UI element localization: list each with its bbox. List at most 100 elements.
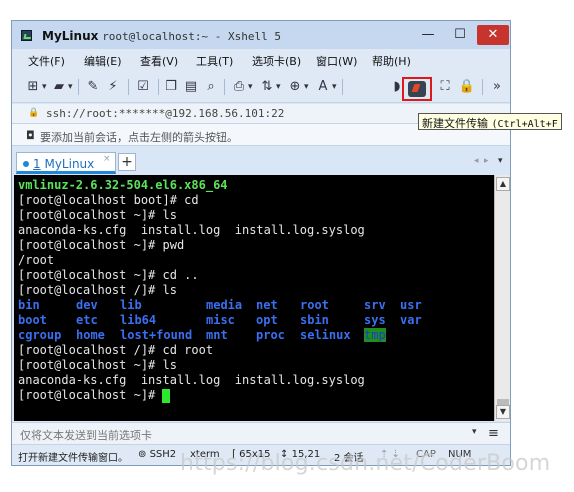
dir-entry: dev <box>76 298 98 312</box>
tooltip-shortcut: (Ctrl+Alt+F <box>491 119 558 130</box>
menu-edit[interactable]: 编辑(E) <box>84 53 122 69</box>
maximize-button[interactable]: ☐ <box>446 25 474 45</box>
toolbar-separator <box>128 79 129 95</box>
new-file-transfer-icon[interactable] <box>408 81 426 97</box>
terminal-line: [root@localhost /]# ls <box>18 283 177 297</box>
tab-next-icon[interactable]: ▸ <box>484 156 489 166</box>
menu-bar: 文件(F) 编辑(E) 查看(V) 工具(T) 选项卡(B) 窗口(W) 帮助(… <box>12 49 510 71</box>
new-tab-button[interactable]: + <box>118 153 136 171</box>
address-text: ssh://root:*******@192.168.56.101:22 <box>46 107 285 120</box>
minimize-button[interactable]: — <box>414 25 442 45</box>
dir-entry: usr <box>400 298 422 312</box>
font-icon[interactable]: A <box>314 78 337 96</box>
tab-number: 1 <box>33 157 41 171</box>
terminal-line: [root@localhost /]# cd root <box>18 343 214 357</box>
watermark: https://blog.csdn.net/CoderBoom <box>180 451 551 476</box>
menu-icon[interactable]: ≡ <box>488 426 499 441</box>
terminal-line: anaconda-ks.cfg install.log install.log.… <box>18 223 365 237</box>
close-button[interactable]: ✕ <box>477 25 509 45</box>
shield-icon: ⊚ <box>138 449 147 460</box>
compose-bar[interactable]: 仅将文本发送到当前选项卡 ▾ ≡ <box>12 422 510 444</box>
dir-entry: home <box>76 328 105 342</box>
dir-entry-sticky: tmp <box>364 328 386 342</box>
terminal[interactable]: vmlinuz-2.6.32-504.el6.x86_64 [root@loca… <box>14 175 494 421</box>
terminal-line: [root@localhost ~]# pwd <box>18 238 185 252</box>
chevron-down-icon[interactable]: ▾ <box>472 427 477 437</box>
copy-icon[interactable]: ❐ <box>162 78 180 96</box>
padlock-icon: 🔒 <box>28 108 40 118</box>
window-title-app: MyLinux <box>42 29 99 43</box>
terminal-line: /root <box>18 253 55 267</box>
scroll-up-icon[interactable]: ▲ <box>496 177 510 191</box>
terminal-line: vmlinuz-2.6.32-504.el6.x86_64 <box>18 178 228 192</box>
open-folder-icon[interactable]: ▰ <box>50 78 73 96</box>
transfer-icon[interactable]: ⇅ <box>258 78 281 96</box>
dir-entry: opt <box>256 313 278 327</box>
dir-entry: boot <box>18 313 47 327</box>
dir-entry: selinux <box>300 328 351 342</box>
print-icon[interactable]: ⎙ <box>230 78 253 96</box>
fullscreen-icon[interactable]: ⛶ <box>436 78 454 96</box>
terminal-line: anaconda-ks.cfg install.log install.log.… <box>18 373 365 387</box>
tab-mylinux[interactable]: 1 MyLinux × <box>16 152 116 174</box>
dir-entry: root <box>300 298 329 312</box>
dir-entry: etc <box>76 313 98 327</box>
dir-entry: lib <box>120 298 142 312</box>
menu-window[interactable]: 窗口(W) <box>316 53 357 69</box>
toolbar-separator <box>78 79 79 95</box>
toolbar-separator <box>342 79 343 95</box>
terminal-line: [root@localhost ~]# cd .. <box>18 268 199 282</box>
properties-icon[interactable]: ☑ <box>134 78 152 96</box>
xshell-app-icon <box>21 30 32 41</box>
toolbar-separator <box>158 79 159 95</box>
arrow-icon[interactable]: ◘ <box>26 129 35 142</box>
tab-name: MyLinux <box>44 157 95 171</box>
dir-entry: proc <box>256 328 285 342</box>
title-bar[interactable]: MyLinux root@localhost:~ - Xshell 5 — ☐ … <box>12 21 510 49</box>
terminal-line: [root@localhost ~]# ls <box>18 208 177 222</box>
menu-help[interactable]: 帮助(H) <box>372 53 411 69</box>
dir-entry: lib64 <box>120 313 157 327</box>
dir-entry: media <box>206 298 243 312</box>
tab-close-icon[interactable]: × <box>103 154 111 164</box>
tab-prev-icon[interactable]: ◂ <box>474 156 479 166</box>
tab-list-icon[interactable]: ▾ <box>498 156 503 166</box>
xshell-window: MyLinux root@localhost:~ - Xshell 5 — ☐ … <box>11 20 511 466</box>
status-protocol: ⊚ SSH2 <box>138 449 176 460</box>
dir-entry: net <box>256 298 278 312</box>
menu-tools[interactable]: 工具(T) <box>196 53 233 69</box>
menu-view[interactable]: 查看(V) <box>140 53 178 69</box>
toolbar: ⊞ ▰ ✎ ⚡ ☑ ❐ ▤ ⌕ ⎙ ⇅ ⊕ A ◗ ⛶ 🔒 » <box>12 71 510 103</box>
lock-icon[interactable]: 🔒 <box>458 78 476 96</box>
dir-entry: lost+found <box>120 328 193 342</box>
dir-entry: cgroup <box>18 328 62 342</box>
compose-input[interactable]: 仅将文本发送到当前选项卡 <box>20 427 152 443</box>
globe-icon[interactable]: ⊕ <box>286 78 309 96</box>
tab-status-icon <box>23 161 29 167</box>
dir-entry: mnt <box>206 328 228 342</box>
dir-entry: bin <box>18 298 40 312</box>
find-icon[interactable]: ⌕ <box>202 78 220 96</box>
terminal-scrollbar[interactable]: ▲ ▼ <box>494 175 510 421</box>
session-hint-text: 要添加当前会话，点击左侧的箭头按钮。 <box>40 131 238 144</box>
tab-bar: 1 MyLinux × + ◂ ▸ ▾ <box>12 150 510 174</box>
menu-file[interactable]: 文件(F) <box>28 53 65 69</box>
reconnect-icon[interactable]: ✎ <box>84 78 102 96</box>
terminal-line: [root@localhost boot]# cd <box>18 193 199 207</box>
window-title: MyLinux root@localhost:~ - Xshell 5 <box>42 29 281 43</box>
status-protocol-text: SSH2 <box>149 449 177 460</box>
tab-label: 1 MyLinux <box>33 157 94 171</box>
scroll-down-icon[interactable]: ▼ <box>496 405 510 419</box>
terminal-cursor <box>162 389 170 403</box>
new-session-icon[interactable]: ⊞ <box>24 78 47 96</box>
dir-entry: sys <box>364 313 386 327</box>
terminal-line: [root@localhost ~]# ls <box>18 358 177 372</box>
disconnect-icon[interactable]: ⚡ <box>104 78 122 96</box>
menu-tab[interactable]: 选项卡(B) <box>252 53 301 69</box>
dir-entry: var <box>400 313 422 327</box>
toolbar-overflow-icon[interactable]: » <box>488 78 506 96</box>
paste-icon[interactable]: ▤ <box>182 78 200 96</box>
status-message: 打开新建文件传输窗口。 <box>18 453 128 464</box>
toolbar-separator <box>224 79 225 95</box>
terminal-prompt: [root@localhost ~]# <box>18 388 163 402</box>
